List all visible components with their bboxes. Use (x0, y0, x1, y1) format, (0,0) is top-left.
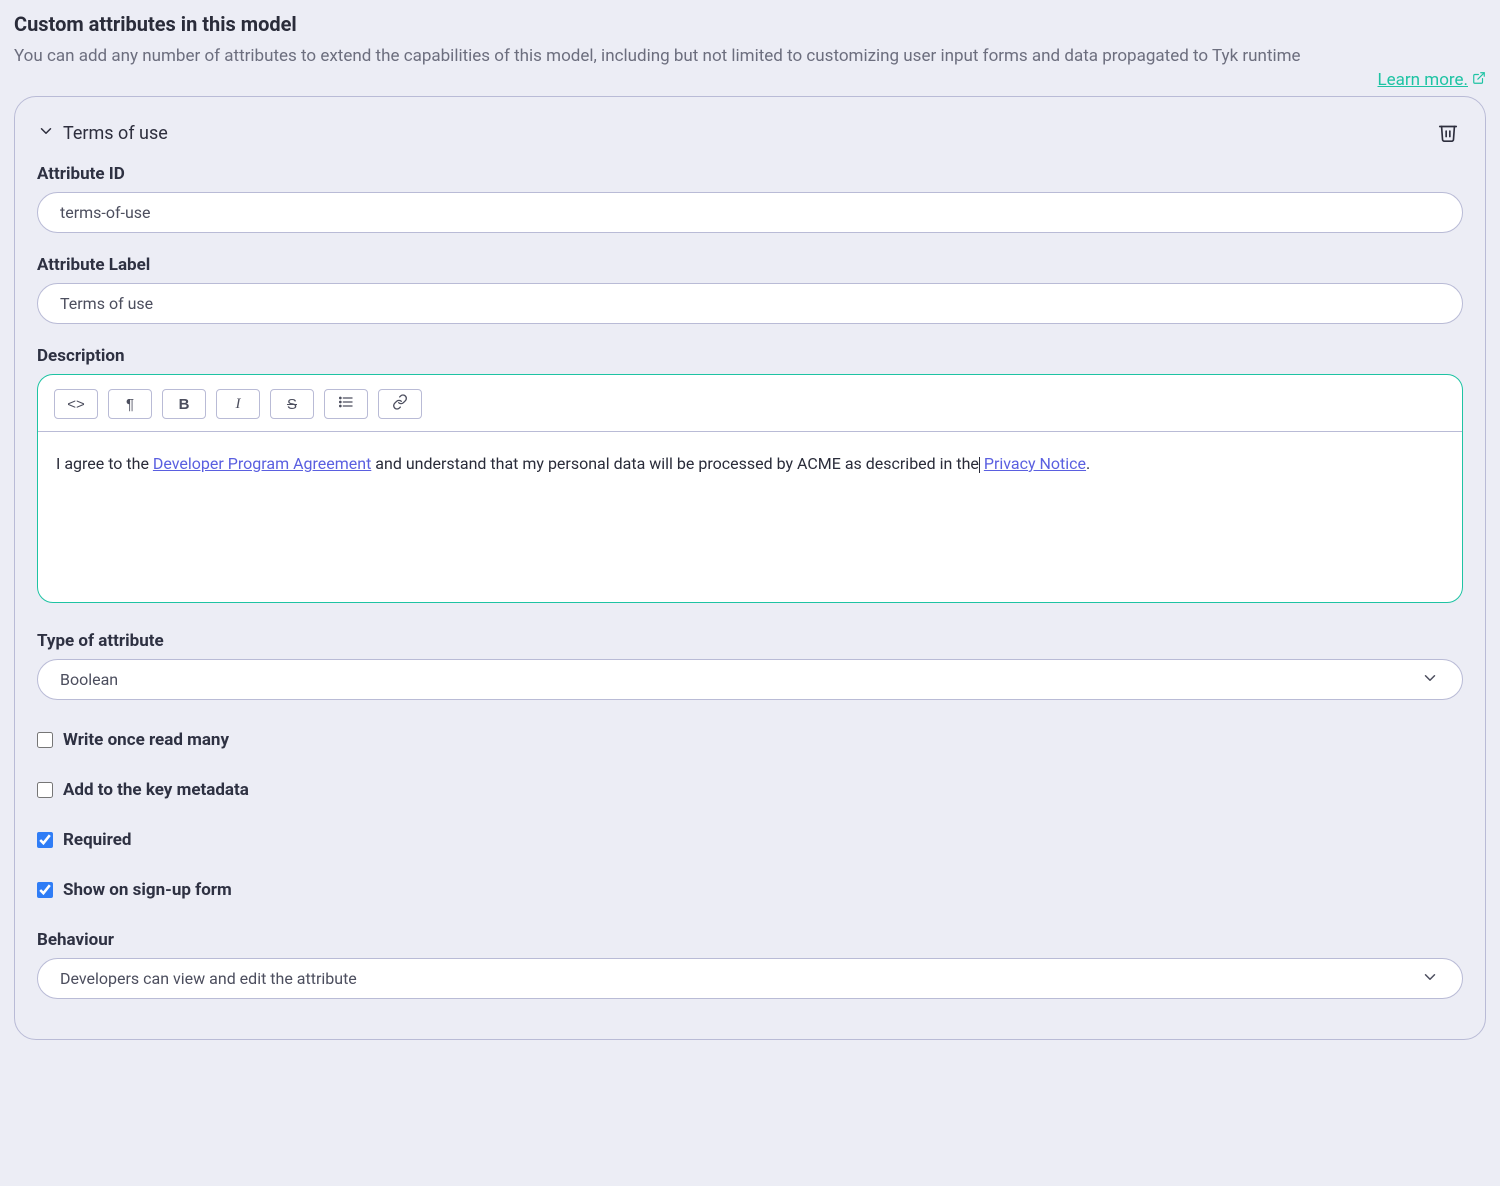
required-checkbox-row[interactable]: Required (37, 830, 1463, 850)
developer-agreement-link[interactable]: Developer Program Agreement (153, 454, 371, 473)
code-icon: <> (67, 396, 85, 413)
bold-icon: B (179, 396, 190, 413)
rte-toolbar: <> ¶ B I S (38, 375, 1462, 432)
description-editor: <> ¶ B I S I agree to the Developer Prog (37, 374, 1463, 603)
page-subtitle: You can add any number of attributes to … (14, 46, 1486, 66)
write-once-checkbox-row[interactable]: Write once read many (37, 730, 1463, 750)
show-signup-label: Show on sign-up form (63, 880, 232, 900)
paragraph-icon: ¶ (126, 396, 134, 413)
rte-strike-button[interactable]: S (270, 389, 314, 419)
show-signup-checkbox-row[interactable]: Show on sign-up form (37, 880, 1463, 900)
write-once-checkbox[interactable] (37, 732, 53, 748)
type-label: Type of attribute (37, 631, 1463, 651)
attribute-id-input[interactable] (37, 192, 1463, 233)
write-once-label: Write once read many (63, 730, 229, 750)
type-select[interactable]: Boolean (37, 659, 1463, 700)
description-text-mid: and understand that my personal data wil… (371, 454, 979, 473)
key-metadata-label: Add to the key metadata (63, 780, 249, 800)
link-icon (392, 394, 408, 414)
description-text-after: . (1086, 454, 1090, 473)
rte-link-button[interactable] (378, 389, 422, 419)
description-label: Description (37, 346, 1463, 366)
page-title: Custom attributes in this model (14, 12, 1486, 36)
description-textarea[interactable]: I agree to the Developer Program Agreeme… (38, 432, 1462, 602)
chevron-down-icon (37, 122, 55, 145)
learn-more-link[interactable]: Learn more. (1378, 70, 1487, 90)
attribute-id-label: Attribute ID (37, 164, 1463, 184)
delete-attribute-button[interactable] (1433, 117, 1463, 150)
list-icon (338, 394, 354, 414)
italic-icon: I (236, 396, 241, 413)
rte-list-button[interactable] (324, 389, 368, 419)
rte-italic-button[interactable]: I (216, 389, 260, 419)
attribute-label-input[interactable] (37, 283, 1463, 324)
rte-paragraph-button[interactable]: ¶ (108, 389, 152, 419)
privacy-notice-link[interactable]: Privacy Notice (984, 454, 1086, 473)
description-text-before: I agree to the (56, 454, 153, 473)
attribute-panel: Terms of use Attribute ID Attribute Labe… (14, 96, 1486, 1040)
behaviour-label: Behaviour (37, 930, 1463, 950)
key-metadata-checkbox-row[interactable]: Add to the key metadata (37, 780, 1463, 800)
attribute-collapse-toggle[interactable]: Terms of use (37, 122, 168, 145)
behaviour-select[interactable]: Developers can view and edit the attribu… (37, 958, 1463, 999)
external-link-icon (1472, 70, 1486, 90)
rte-bold-button[interactable]: B (162, 389, 206, 419)
text-caret (979, 457, 980, 473)
learn-more-label: Learn more. (1378, 70, 1469, 90)
required-checkbox[interactable] (37, 832, 53, 848)
strike-icon: S (287, 396, 297, 413)
attribute-title: Terms of use (63, 123, 168, 144)
show-signup-checkbox[interactable] (37, 882, 53, 898)
rte-code-button[interactable]: <> (54, 389, 98, 419)
attribute-label-label: Attribute Label (37, 255, 1463, 275)
key-metadata-checkbox[interactable] (37, 782, 53, 798)
trash-icon (1437, 131, 1459, 146)
required-label: Required (63, 830, 132, 850)
